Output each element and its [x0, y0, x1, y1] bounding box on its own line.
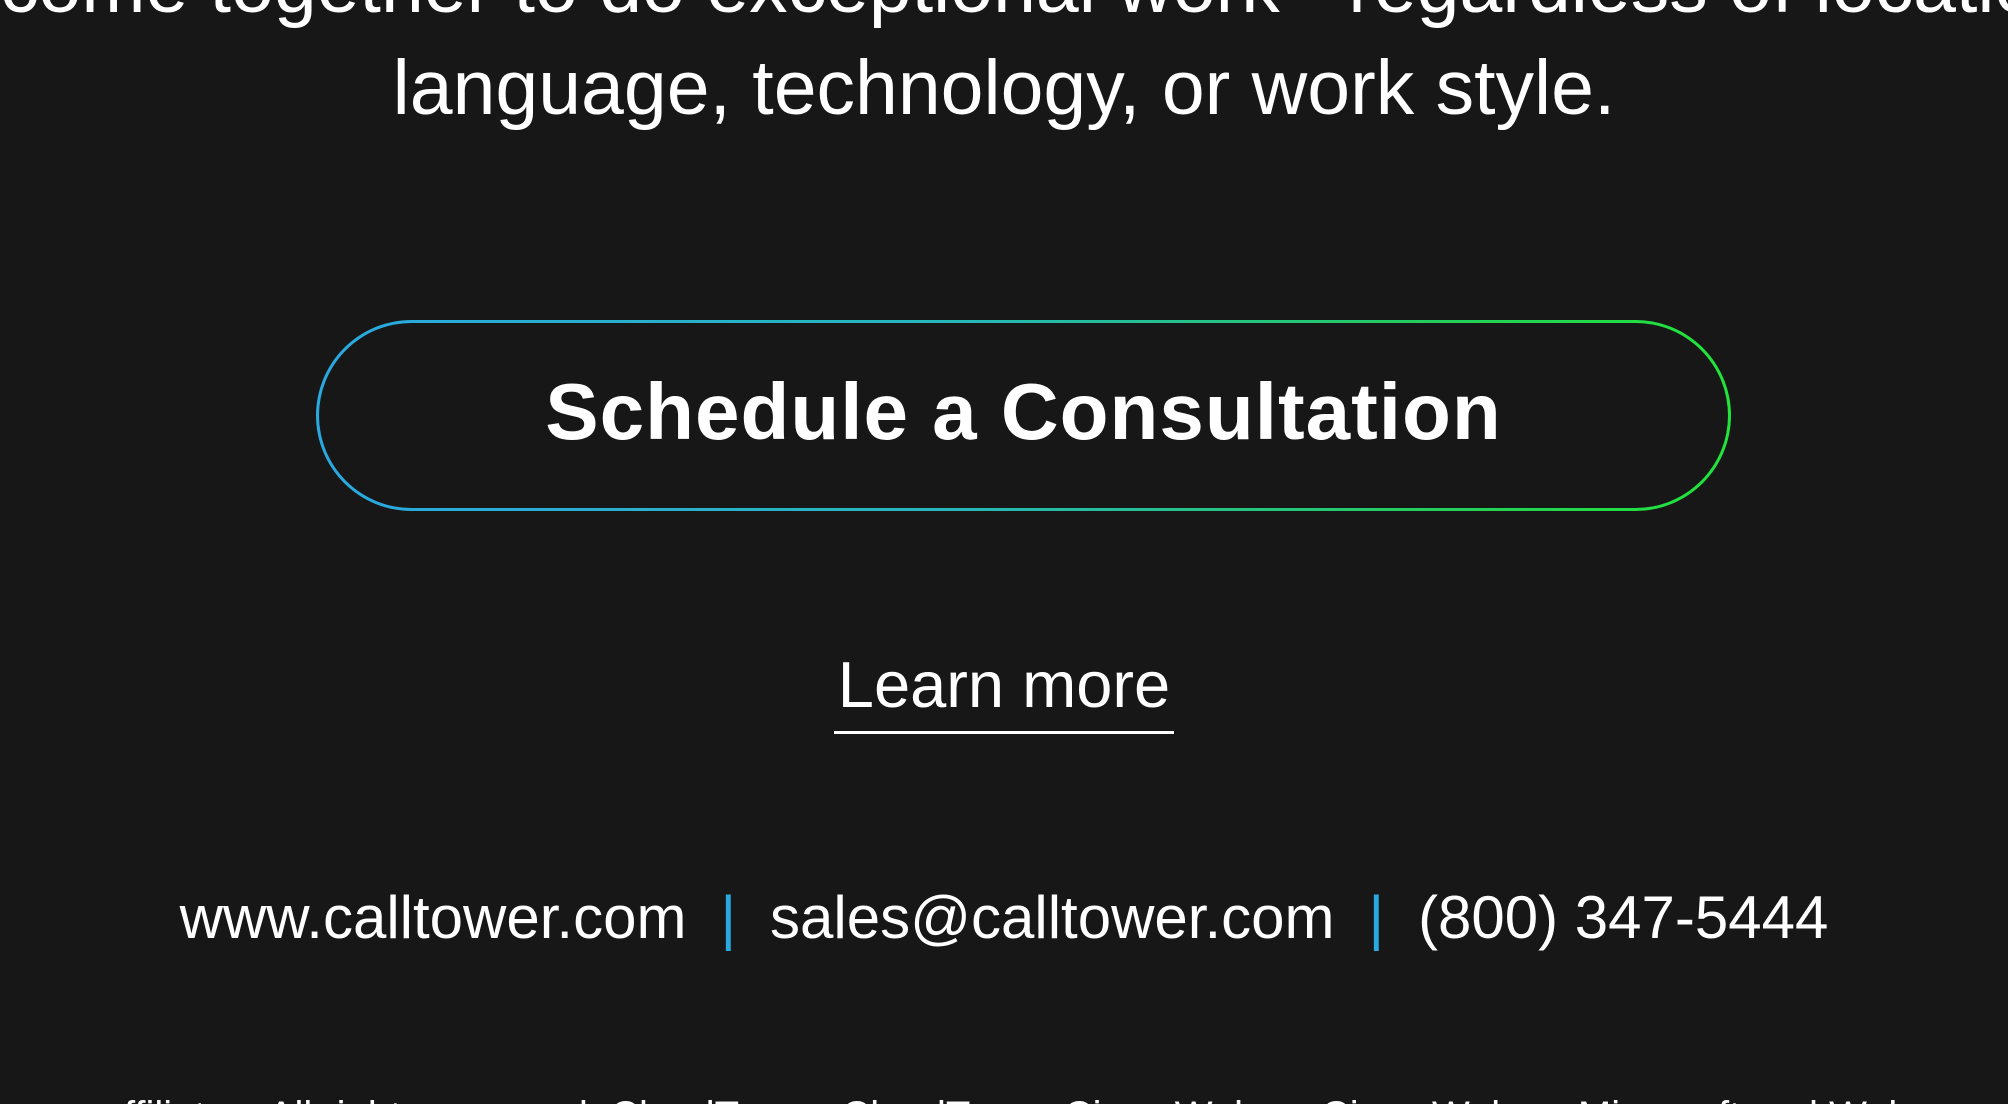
phone-link[interactable]: (800) 347-5444 [1418, 884, 1828, 951]
learn-more-row: Learn more [0, 645, 2008, 734]
hero-text-line-2: language, technology, or work style. [392, 45, 1616, 131]
contact-info-row: www.calltower.com | sales@calltower.com | (8… [0, 880, 2008, 956]
footer-legal-clip: or affiliates. All rights reserved. Clou… [0, 1092, 2008, 1104]
separator-1: | [720, 884, 737, 951]
footer-legal-text: or affiliates. All rights reserved. Clou… [0, 1092, 2008, 1104]
learn-more-link[interactable]: Learn more [833, 645, 1175, 734]
website-link[interactable]: www.calltower.com [180, 884, 687, 951]
separator-2: | [1368, 884, 1385, 951]
email-link[interactable]: sales@calltower.com [770, 884, 1334, 951]
schedule-consultation-label: Schedule a Consultation [545, 366, 1502, 456]
schedule-consultation-button-inner[interactable]: Schedule a Consultation [319, 323, 1728, 508]
schedule-consultation-button[interactable]: Schedule a Consultation [316, 320, 1731, 511]
hero-text-line-1: come together to do exceptional work - r… [0, 0, 2008, 30]
